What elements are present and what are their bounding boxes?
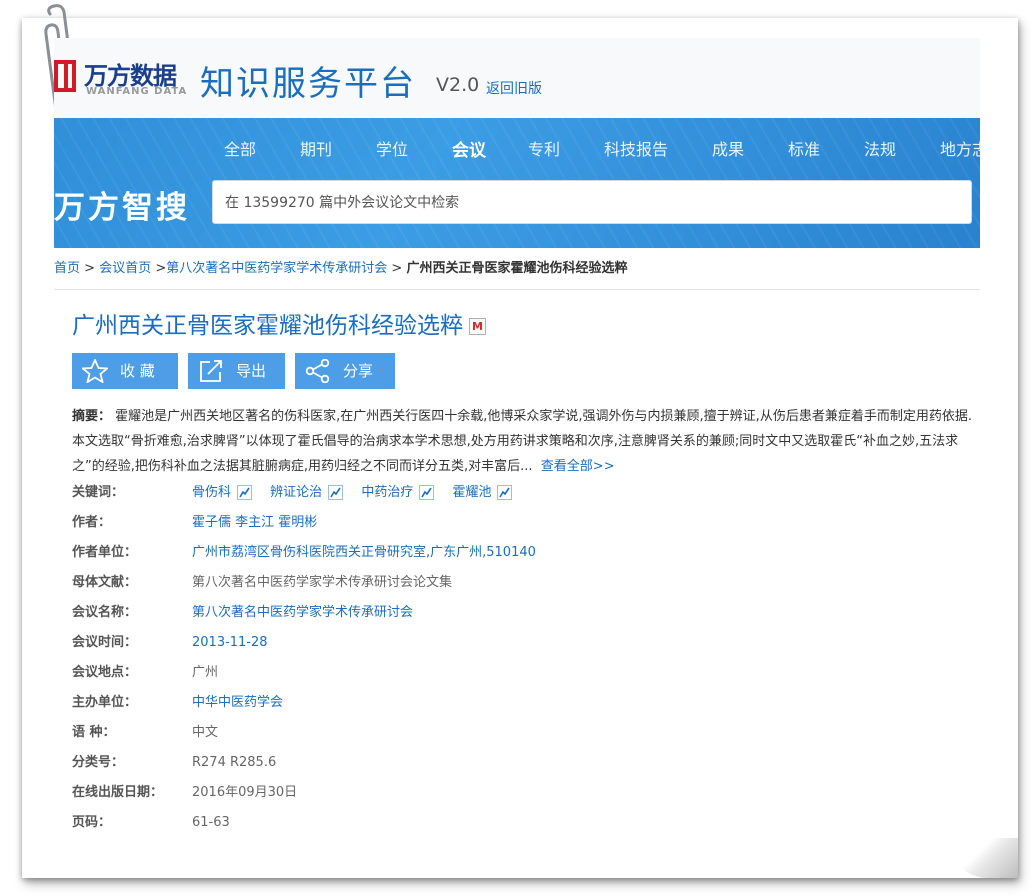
organizer-value[interactable]: 中华中医药学会	[192, 688, 283, 718]
class-no-row: 分类号： R274 R285.6	[72, 748, 972, 778]
export-icon	[200, 360, 222, 382]
source-value: 第八次著名中医药学家学术传承研讨会论文集	[192, 575, 453, 590]
breadcrumb-home[interactable]: 首页	[54, 261, 80, 276]
breadcrumb-separator: >	[391, 261, 403, 276]
paper-title: 广州西关正骨医家霍耀池伤科经验选粹 M	[72, 306, 486, 340]
nav-item-conference[interactable]: 会议	[452, 136, 486, 161]
pages-label: 页码：	[72, 815, 112, 830]
class-no-label: 分类号：	[72, 755, 125, 770]
pages-row: 页码： 61-63	[72, 808, 972, 838]
conf-name-row: 会议名称： 第八次著名中医药学家学术传承研讨会	[72, 598, 972, 628]
share-label: 分享	[343, 362, 374, 380]
nav-item-tech-report[interactable]: 科技报告	[604, 136, 668, 160]
search-banner: 全部 期刊 学位 会议 专利 科技报告 成果 标准 法规 地方志 万方智搜 在 …	[54, 118, 980, 248]
wanfang-logo-icon[interactable]	[54, 60, 76, 92]
affiliation-label: 作者单位：	[72, 545, 138, 560]
keyword-text[interactable]: 霍耀池	[452, 485, 491, 500]
breadcrumb-separator: >	[84, 261, 96, 276]
keywords-row: 关键词： 骨伤科 辨证论治 中药治疗 霍耀池	[72, 478, 972, 508]
authors-label: 作者：	[72, 515, 112, 530]
collect-button[interactable]: 收 藏	[72, 353, 178, 389]
keyword-link[interactable]: 霍耀池	[452, 478, 513, 508]
conf-place-value: 广州	[192, 665, 219, 680]
keyword-text[interactable]: 辨证论治	[270, 485, 322, 500]
language-row: 语 种： 中文	[72, 718, 972, 748]
trend-icon[interactable]	[328, 485, 344, 500]
abstract-label: 摘要：	[72, 409, 112, 424]
collect-label: 收 藏	[120, 362, 155, 380]
export-label: 导出	[236, 362, 267, 380]
authors-row: 作者： 霍子儒 李主江 霍明彬	[72, 508, 972, 538]
breadcrumb-current: 广州西关正骨医家霍耀池伤科经验选粹	[406, 261, 628, 276]
source-label: 母体文献：	[72, 575, 138, 590]
language-label: 语 种：	[72, 725, 116, 740]
logo-english: WANFANG DATA	[86, 86, 188, 97]
share-icon	[305, 359, 330, 383]
conf-date-label: 会议时间：	[72, 635, 138, 650]
organizer-label: 主办单位：	[72, 695, 138, 710]
nav-item-achievement[interactable]: 成果	[712, 136, 744, 160]
breadcrumb-separator: >	[155, 261, 167, 276]
star-icon	[82, 359, 108, 383]
conf-place-label: 会议地点：	[72, 665, 138, 680]
breadcrumb-conference[interactable]: 第八次著名中医药学家学术传承研讨会	[166, 261, 387, 276]
platform-title: 知识服务平台	[200, 64, 416, 104]
conf-name-label: 会议名称：	[72, 605, 138, 620]
conf-date-value[interactable]: 2013-11-28	[192, 628, 268, 658]
view-all-link[interactable]: 查看全部>>	[541, 459, 615, 474]
nav-item-journal[interactable]: 期刊	[300, 136, 332, 160]
conf-place-row: 会议地点： 广州	[72, 658, 972, 688]
pages-value: 61-63	[192, 815, 230, 830]
source-row: 母体文献： 第八次著名中医药学家学术传承研讨会论文集	[72, 568, 972, 598]
organizer-row: 主办单位： 中华中医药学会	[72, 688, 972, 718]
share-button[interactable]: 分享	[295, 353, 395, 389]
page-content: 万方数据 WANFANG DATA 知识服务平台 V2.0 返回旧版 全部 期刊…	[54, 38, 980, 868]
mendeley-icon[interactable]: M	[469, 318, 486, 335]
keyword-link[interactable]: 骨伤科	[192, 478, 253, 508]
conf-date-row: 会议时间： 2013-11-28	[72, 628, 972, 658]
keywords-list: 骨伤科 辨证论治 中药治疗 霍耀池	[192, 478, 526, 508]
nav-item-all[interactable]: 全部	[224, 136, 256, 160]
authors-value[interactable]: 霍子儒 李主江 霍明彬	[192, 508, 317, 538]
affiliation-value[interactable]: 广州市荔湾区骨伤科医院西关正骨研究室,广东广州,510140	[192, 538, 536, 568]
detail-table: 关键词： 骨伤科 辨证论治 中药治疗 霍耀池 作者： 霍子儒 李主江 霍明彬 作…	[72, 478, 972, 838]
class-no-value: R274 R285.6	[192, 755, 277, 770]
keyword-text[interactable]: 中药治疗	[361, 485, 413, 500]
trend-icon[interactable]	[419, 485, 435, 500]
nav-item-degree[interactable]: 学位	[376, 136, 408, 160]
keywords-label: 关键词：	[72, 485, 125, 500]
abstract-text: 霍耀池是广州西关地区著名的伤科医家,在广州西关行医四十余载,他博采众家学说,强调…	[72, 409, 972, 474]
nav-item-patent[interactable]: 专利	[528, 136, 560, 160]
old-version-link[interactable]: 返回旧版	[486, 78, 542, 98]
search-input[interactable]: 在 13599270 篇中外会议论文中检索	[212, 180, 972, 224]
nav-item-regulation[interactable]: 法规	[864, 136, 896, 160]
conf-name-value[interactable]: 第八次著名中医药学家学术传承研讨会	[192, 598, 413, 628]
online-date-value: 2016年09月30日	[192, 785, 298, 800]
search-brand: 万方智搜	[54, 190, 190, 226]
version-label: V2.0	[436, 74, 480, 96]
category-nav: 全部 期刊 学位 会议 专利 科技报告 成果 标准 法规 地方志	[54, 136, 980, 161]
keyword-link[interactable]: 中药治疗	[361, 478, 435, 508]
trend-icon[interactable]	[237, 485, 253, 500]
nav-item-standard[interactable]: 标准	[788, 136, 820, 160]
trend-icon[interactable]	[497, 485, 513, 500]
breadcrumb: 首页 > 会议首页 >第八次著名中医药学家学术传承研讨会 > 广州西关正骨医家霍…	[54, 248, 980, 290]
language-value: 中文	[192, 725, 219, 740]
online-date-row: 在线出版日期： 2016年09月30日	[72, 778, 972, 808]
site-header: 万方数据 WANFANG DATA 知识服务平台 V2.0 返回旧版	[54, 38, 980, 118]
keyword-text[interactable]: 骨伤科	[192, 485, 231, 500]
affiliation-row: 作者单位： 广州市荔湾区骨伤科医院西关正骨研究室,广东广州,510140	[72, 538, 972, 568]
export-button[interactable]: 导出	[188, 353, 285, 389]
online-date-label: 在线出版日期：	[72, 785, 164, 800]
paper-title-text: 广州西关正骨医家霍耀池伤科经验选粹	[72, 313, 463, 339]
keyword-link[interactable]: 辨证论治	[270, 478, 344, 508]
nav-item-local-records[interactable]: 地方志	[940, 136, 980, 160]
breadcrumb-conf-home[interactable]: 会议首页	[99, 261, 151, 276]
abstract: 摘要： 霍耀池是广州西关地区著名的伤科医家,在广州西关行医四十余载,他博采众家学…	[72, 404, 980, 479]
